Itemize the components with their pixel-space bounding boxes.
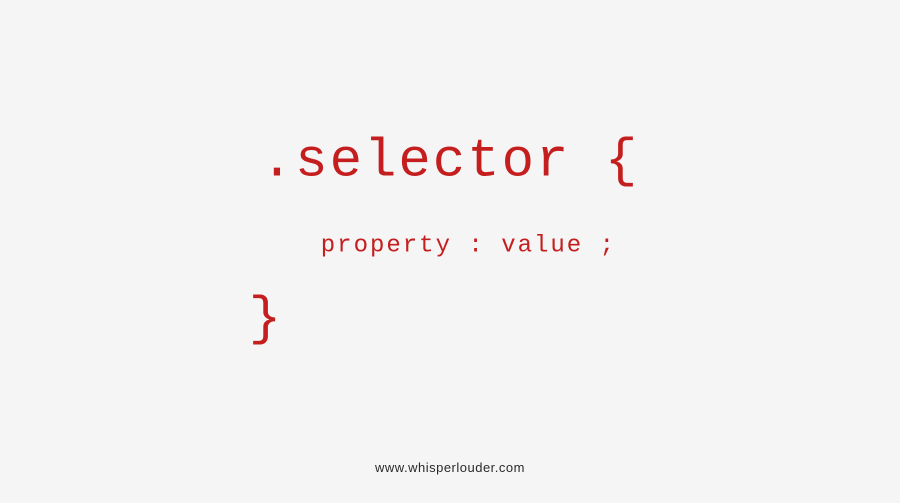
css-syntax-illustration: .selector { property : value ; } xyxy=(261,131,639,350)
footer-url: www.whisperlouder.com xyxy=(375,460,525,475)
property-line: property : value ; xyxy=(321,232,639,259)
close-brace: } xyxy=(249,289,639,350)
selector-line: .selector { xyxy=(261,131,639,192)
